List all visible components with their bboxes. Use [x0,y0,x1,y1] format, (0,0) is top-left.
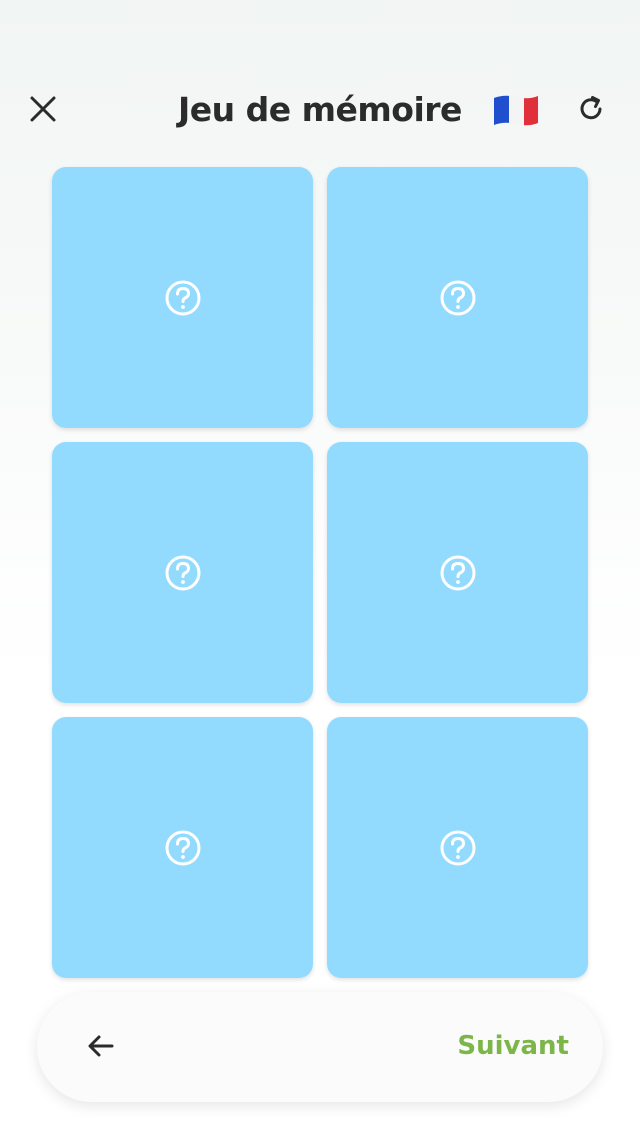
refresh-icon [580,96,602,120]
card-grid [52,167,589,978]
question-mark-icon [440,280,475,315]
arrow-left-icon [88,1035,114,1057]
memory-card[interactable] [52,717,313,978]
france-flag-icon [494,95,538,126]
memory-game-screen: Jeu de mémoire Suivant [0,0,640,1138]
language-button[interactable] [492,92,540,128]
header: Jeu de mémoire [0,72,640,148]
memory-card[interactable] [327,717,588,978]
close-icon [30,96,56,122]
memory-card[interactable] [327,167,588,428]
question-mark-icon [165,555,200,590]
question-mark-icon [165,830,200,865]
question-mark-icon [165,280,200,315]
close-button[interactable] [22,88,64,130]
question-mark-icon [440,830,475,865]
memory-card[interactable] [52,442,313,703]
memory-card[interactable] [52,167,313,428]
refresh-button[interactable] [570,88,612,130]
back-button[interactable] [81,1026,121,1066]
question-mark-icon [440,555,475,590]
memory-card[interactable] [327,442,588,703]
bottom-nav-bar: Suivant [37,992,603,1102]
next-button[interactable]: Suivant [457,1024,569,1068]
page-title: Jeu de mémoire [178,90,462,129]
